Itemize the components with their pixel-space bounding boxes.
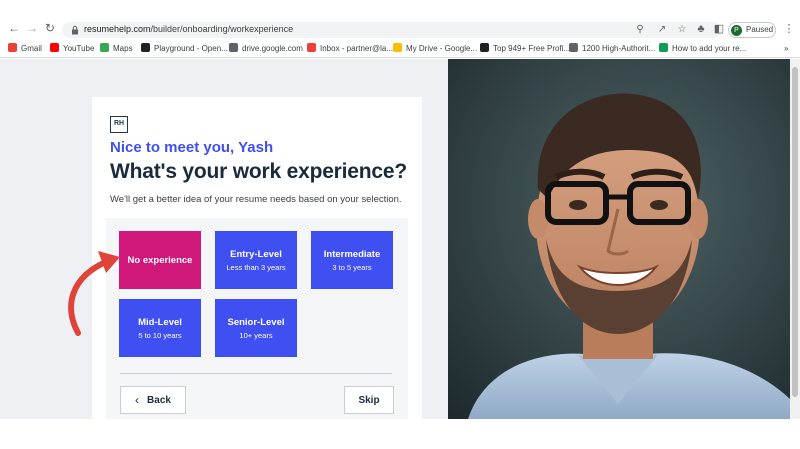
gmail-icon [307,43,316,52]
bookmark-item[interactable]: Gmail [8,43,42,55]
bookmark-label: 1200 High-Authorit... [582,44,656,53]
bookmark-item[interactable]: My Drive - Google... [393,43,477,55]
forward-arrow-icon[interactable]: → [26,22,38,34]
bookmark-label: Top 949+ Free Profi... [493,44,571,53]
bookmark-label: Inbox - partner@la... [320,44,394,53]
extensions-icon[interactable]: ♣ [694,22,708,36]
site-icon [480,43,489,52]
option-title: No experience [127,254,193,266]
option-subtitle: 3 to 5 years [332,262,372,272]
back-button-label: Back [147,394,171,406]
address-bar[interactable]: resumehelp.com/builder/onboarding/workex… [62,22,722,38]
drive-icon [393,43,402,52]
bookmark-label: Gmail [21,44,42,53]
bookmark-label: YouTube [63,44,95,53]
divider [120,373,392,374]
resumehelp-logo: RH [110,116,128,133]
more-bookmarks-icon[interactable]: » [784,43,788,55]
lock-icon [72,25,78,35]
bookmark-label: Playground - Open... [154,44,228,53]
page-subtitle: We'll get a better idea of your resume n… [110,194,402,205]
bookmarks-bar: Gmail YouTube Maps Playground - Open... driv… [0,40,800,58]
option-subtitle: 10+ years [239,330,273,340]
option-subtitle: 5 to 10 years [138,330,182,340]
menu-icon[interactable]: ⋮ [782,22,796,36]
option-subtitle: Less than 3 years [226,262,286,272]
option-title: Intermediate [323,248,381,260]
option-title: Entry-Level [230,248,282,260]
back-button[interactable]: ‹ Back [120,386,186,414]
url-text: resumehelp.com/builder/onboarding/workex… [84,24,294,34]
scrollbar-thumb[interactable] [792,67,798,397]
onboarding-card: RH Nice to meet you, Yash What's your wo… [92,97,422,419]
chevron-left-icon: ‹ [135,393,140,407]
bookmark-label: drive.google.com [242,44,303,53]
profile-button[interactable]: P Paused [728,22,776,38]
back-arrow-icon[interactable]: ← [8,22,20,34]
page-title: What's your work experience? [110,160,407,183]
smiling-man-image [448,59,790,419]
option-senior-level[interactable]: Senior-Level 10+ years [215,299,297,357]
bookmark-item[interactable]: Maps [100,43,133,55]
profile-status: Paused [746,25,774,34]
browser-toolbar: ← → ↻ resumehelp.com/builder/onboarding/… [0,0,800,40]
search-icon[interactable]: ⚲ [634,24,646,36]
scrollbar[interactable] [790,59,800,419]
bookmark-label: How to add your re... [672,44,747,53]
bookmark-item[interactable]: Inbox - partner@la... [307,43,393,55]
option-no-experience[interactable]: No experience [119,231,201,289]
bookmark-item[interactable]: drive.google.com [229,43,303,55]
maps-icon [100,43,109,52]
bookmark-item[interactable]: YouTube [50,43,94,55]
bookmark-label: Maps [113,44,133,53]
globe-icon [229,43,238,52]
sidebar-icon[interactable]: ◧ [712,22,726,36]
bookmark-item[interactable]: Top 949+ Free Profi... [480,43,570,55]
youtube-icon [50,43,59,52]
greeting-text: Nice to meet you, Yash [110,139,274,156]
bookmark-item[interactable]: 1200 High-Authorit... [569,43,655,55]
gmail-icon [8,43,17,52]
reload-icon[interactable]: ↻ [44,22,56,34]
share-icon[interactable]: ↗ [656,24,668,36]
avatar: P [731,25,742,36]
bolt-icon [659,43,668,52]
bookmark-item[interactable]: Playground - Open... [141,43,228,55]
portrait-photo [448,59,790,419]
option-title: Senior-Level [227,316,285,328]
bookmark-item[interactable]: How to add your re... [659,43,746,55]
experience-options-panel: No experience Entry-Level Less than 3 ye… [106,218,408,419]
option-title: Mid-Level [138,316,182,328]
globe-icon [569,43,578,52]
option-mid-level[interactable]: Mid-Level 5 to 10 years [119,299,201,357]
option-entry-level[interactable]: Entry-Level Less than 3 years [215,231,297,289]
annotation-arrow-icon [68,251,120,336]
skip-button[interactable]: Skip [344,386,394,414]
option-intermediate[interactable]: Intermediate 3 to 5 years [311,231,393,289]
star-icon[interactable]: ☆ [676,24,688,36]
bookmark-label: My Drive - Google... [406,44,478,53]
openai-icon [141,43,150,52]
